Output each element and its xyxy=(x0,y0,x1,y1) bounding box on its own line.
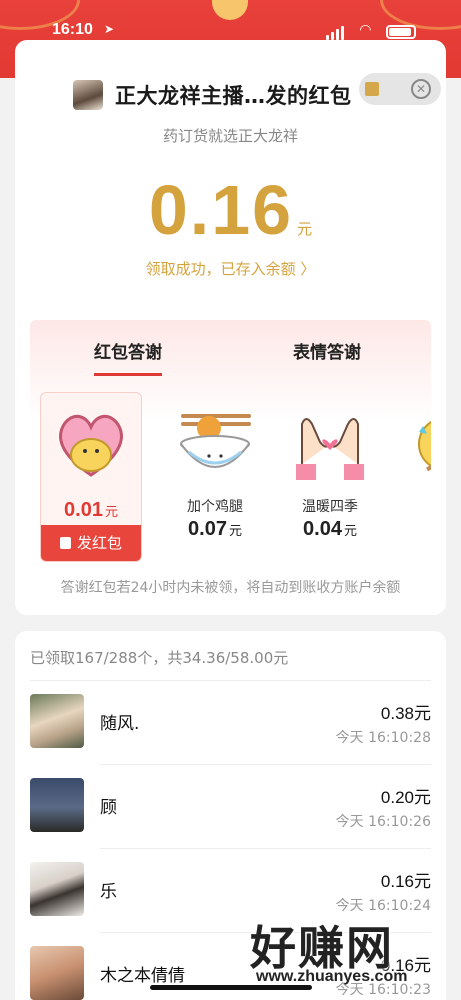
wifi-icon: ◠ xyxy=(360,22,371,38)
list-item[interactable]: 乐 0.16元 今天 16:10:24 xyxy=(15,849,446,933)
sender-row: 正大龙祥主播…发的红包 xyxy=(73,80,352,110)
heart-hug-icon xyxy=(59,414,123,477)
gift-price: 0.07 元 xyxy=(188,518,242,540)
star-face-icon xyxy=(418,420,431,472)
avatar[interactable] xyxy=(30,694,84,748)
gift-card-partial[interactable]: 感 0. xyxy=(390,392,431,562)
status-time: 16:10 xyxy=(52,21,93,38)
status-bar: 16:10 ➤ ◠ xyxy=(0,0,461,40)
claimer-name: 乐 xyxy=(100,882,117,902)
claimed-time: 今天 16:10:26 xyxy=(335,814,431,830)
send-red-packet-button[interactable]: 发红包 xyxy=(41,525,141,561)
list-item[interactable]: 顾 0.20元 今天 16:10:26 xyxy=(15,765,446,849)
heart-hands-icon xyxy=(296,418,364,480)
sender-avatar[interactable] xyxy=(73,80,103,110)
amount-value: 0.16 xyxy=(148,171,294,249)
gift-carousel[interactable]: 0.01 元 发红包 加个鸡腿 0.07 元 温暖四季 0.04 元 xyxy=(30,392,431,572)
gift-price: 0. xyxy=(390,518,431,541)
refund-note: 答谢红包若24小时内未被领，将自动到账收方账户余额 xyxy=(60,580,401,596)
list-item[interactable]: 随风. 0.38元 今天 16:10:28 xyxy=(15,681,446,765)
mini-capsule: ✕ xyxy=(359,73,441,105)
claim-list-card: 已领取167/288个，共34.36/58.00元 随风. 0.38元 今天 1… xyxy=(15,631,446,1000)
close-icon[interactable]: ✕ xyxy=(411,79,431,99)
battery-icon xyxy=(386,25,416,39)
gift-name: 感 xyxy=(390,496,431,516)
tab-red-packet-thanks[interactable]: 红包答谢 xyxy=(94,338,162,376)
wish-text: 药订货就选正大龙祥 xyxy=(162,127,298,145)
claim-status-link[interactable]: 领取成功，已存入余额 〉 xyxy=(15,258,446,279)
gift-card-drumstick[interactable]: 加个鸡腿 0.07 元 xyxy=(160,392,270,562)
claimed-amount: 0.16元 xyxy=(380,956,431,975)
thanks-tabs: 红包答谢 表情答谢 xyxy=(30,338,431,378)
claim-summary: 已领取167/288个，共34.36/58.00元 xyxy=(30,649,289,667)
tab-sticker-thanks[interactable]: 表情答谢 xyxy=(293,338,361,373)
amount-row: 0.16 元 xyxy=(15,170,446,250)
avatar[interactable] xyxy=(30,946,84,1000)
claimer-name: 顾 xyxy=(100,798,117,818)
claimed-time: 今天 16:10:23 xyxy=(335,982,431,998)
claimed-time: 今天 16:10:28 xyxy=(335,730,431,746)
gift-name: 温暖四季 xyxy=(302,499,358,515)
envelope-icon xyxy=(59,537,71,549)
claimed-time: 今天 16:10:24 xyxy=(335,898,431,914)
thanks-panel: 红包答谢 表情答谢 0.01 元 发红包 加个鸡腿 0.07 元 温暖四季 0.… xyxy=(30,320,431,575)
avatar[interactable] xyxy=(30,778,84,832)
sender-title: 正大龙祥主播…发的红包 xyxy=(115,84,352,108)
gift-card-selected[interactable]: 0.01 元 发红包 xyxy=(40,392,142,562)
claimer-name: 木之本倩倩 xyxy=(100,966,185,986)
home-indicator[interactable] xyxy=(150,985,312,990)
avatar[interactable] xyxy=(30,862,84,916)
gift-card-warm-seasons[interactable]: 温暖四季 0.04 元 xyxy=(275,392,385,562)
claimed-amount: 0.38元 xyxy=(380,704,431,723)
gift-name: 加个鸡腿 xyxy=(187,499,243,515)
cellular-signal-icon xyxy=(326,26,344,40)
amount-unit: 元 xyxy=(297,220,313,238)
location-arrow-icon: ➤ xyxy=(104,22,115,36)
gold-lock-icon xyxy=(365,82,379,96)
rice-bowl-drumstick-icon xyxy=(180,414,251,468)
red-packet-card: 正大龙祥主播…发的红包 ✕ 药订货就选正大龙祥 0.16 元 领取成功，已存入余额… xyxy=(15,40,446,615)
claimed-amount: 0.16元 xyxy=(380,872,431,891)
gift-price: 0.04 元 xyxy=(303,518,357,540)
gift-price: 0.01 元 xyxy=(64,499,118,521)
claimer-name: 随风. xyxy=(100,714,140,734)
claimed-amount: 0.20元 xyxy=(380,788,431,807)
